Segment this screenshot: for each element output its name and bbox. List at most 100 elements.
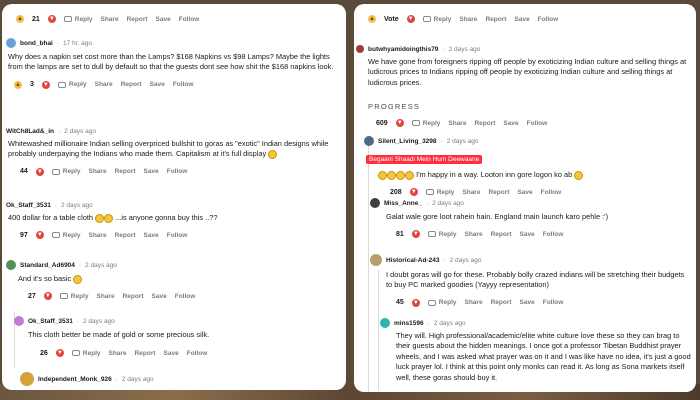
username[interactable]: bond_bhai bbox=[20, 40, 53, 47]
avatar[interactable] bbox=[6, 260, 16, 270]
share-button[interactable]: Share bbox=[109, 350, 127, 357]
downvote-icon[interactable]: ▼ bbox=[411, 230, 420, 239]
username[interactable]: Standard_Ad6904 bbox=[20, 262, 75, 269]
share-button[interactable]: Share bbox=[465, 299, 483, 306]
share-button[interactable]: Share bbox=[101, 16, 119, 23]
follow-button[interactable]: Follow bbox=[543, 299, 564, 306]
avatar[interactable] bbox=[370, 254, 382, 266]
save-button[interactable]: Save bbox=[520, 231, 535, 238]
follow-button[interactable]: Follow bbox=[541, 189, 562, 196]
follow-button[interactable]: Follow bbox=[187, 350, 208, 357]
timestamp: 2 days ago bbox=[82, 317, 115, 325]
username[interactable]: mins1596 bbox=[394, 320, 424, 327]
avatar[interactable] bbox=[364, 136, 374, 146]
share-button[interactable]: Share bbox=[89, 168, 107, 175]
follow-button[interactable]: Follow bbox=[167, 168, 188, 175]
downvote-icon[interactable]: ▼ bbox=[47, 15, 56, 23]
reply-button[interactable]: Reply bbox=[422, 16, 451, 23]
report-button[interactable]: Report bbox=[491, 299, 512, 306]
timestamp: 2 days ago bbox=[448, 45, 481, 53]
username[interactable]: Historical-Ad-243 bbox=[386, 257, 439, 264]
follow-button[interactable]: Follow bbox=[538, 16, 559, 23]
reply-button[interactable]: Reply bbox=[71, 350, 101, 357]
emoji-icon bbox=[378, 170, 387, 180]
report-button[interactable]: Report bbox=[127, 16, 148, 23]
username[interactable]: butwhyamidoingthis79 bbox=[368, 46, 438, 53]
username[interactable]: Ok_Staff_3531 bbox=[28, 318, 73, 325]
downvote-icon[interactable]: ▼ bbox=[43, 292, 52, 301]
save-button[interactable]: Save bbox=[152, 293, 167, 300]
follow-button[interactable]: Follow bbox=[167, 232, 188, 239]
report-button[interactable]: Report bbox=[488, 189, 509, 196]
save-button[interactable]: Save bbox=[144, 168, 159, 175]
downvote-icon[interactable]: ▼ bbox=[35, 231, 44, 240]
avatar[interactable] bbox=[20, 372, 34, 386]
downvote-icon[interactable]: ▼ bbox=[35, 167, 44, 176]
reply-button[interactable]: Reply bbox=[427, 299, 457, 306]
follow-button[interactable]: Follow bbox=[543, 231, 564, 238]
follow-button[interactable]: Follow bbox=[527, 120, 548, 127]
save-button[interactable]: Save bbox=[514, 16, 529, 23]
reply-button[interactable]: Reply bbox=[59, 293, 89, 300]
comment-header: Historical-Ad-243 · 2 days ago bbox=[370, 254, 692, 266]
username[interactable]: Silent_Living_3298 bbox=[378, 138, 437, 145]
save-button[interactable]: Save bbox=[164, 350, 179, 357]
vote-count: 208 bbox=[390, 188, 402, 196]
report-button[interactable]: Report bbox=[115, 168, 136, 175]
share-button[interactable]: Share bbox=[459, 16, 477, 23]
report-button[interactable]: Report bbox=[485, 16, 506, 23]
username[interactable]: Independent_Monk_926 bbox=[38, 376, 112, 383]
thread-line[interactable] bbox=[378, 270, 379, 390]
avatar[interactable] bbox=[14, 316, 24, 326]
share-button[interactable]: Share bbox=[465, 231, 483, 238]
share-button[interactable]: Share bbox=[97, 293, 115, 300]
downvote-icon[interactable]: ▼ bbox=[411, 298, 420, 307]
reply-button[interactable]: Reply bbox=[63, 16, 93, 23]
downvote-icon[interactable]: ▼ bbox=[41, 80, 50, 89]
comment-body: Why does a napkin set cost more than the… bbox=[8, 52, 334, 72]
avatar[interactable] bbox=[370, 198, 380, 208]
upvote-icon[interactable]: ▲ bbox=[14, 80, 22, 89]
follow-button[interactable]: Follow bbox=[173, 81, 194, 88]
share-button[interactable]: Share bbox=[462, 189, 480, 196]
save-button[interactable]: Save bbox=[520, 299, 535, 306]
save-button[interactable]: Save bbox=[156, 16, 171, 23]
report-button[interactable]: Report bbox=[491, 231, 512, 238]
upvote-icon[interactable]: ▲ bbox=[16, 15, 24, 23]
avatar[interactable] bbox=[356, 45, 364, 53]
reply-button[interactable]: Reply bbox=[425, 189, 454, 196]
avatar[interactable] bbox=[6, 38, 16, 48]
downvote-icon[interactable]: ▼ bbox=[55, 349, 64, 358]
share-button[interactable]: Share bbox=[448, 120, 466, 127]
save-button[interactable]: Save bbox=[144, 232, 159, 239]
reply-button[interactable]: Reply bbox=[57, 81, 87, 88]
share-button[interactable]: Share bbox=[89, 232, 107, 239]
emoji-icon bbox=[574, 170, 584, 180]
follow-button[interactable]: Follow bbox=[175, 293, 196, 300]
username[interactable]: Miss_Anne_ bbox=[384, 200, 422, 207]
username[interactable]: WitCh8Lad&_in bbox=[6, 128, 54, 135]
report-button[interactable]: Report bbox=[135, 350, 156, 357]
username[interactable]: Ok_Staff_3531 bbox=[6, 202, 51, 209]
save-button[interactable]: Save bbox=[503, 120, 518, 127]
save-button[interactable]: Save bbox=[517, 189, 532, 196]
comment-header: Silent_Living_3298 · 2 days ago bbox=[364, 136, 692, 146]
reply-button[interactable]: Reply bbox=[427, 231, 457, 238]
upvote-icon[interactable]: ▲ bbox=[368, 15, 376, 23]
user-flair-row: Begaani Shaadi Mein Hum Deewaane bbox=[364, 148, 692, 166]
report-button[interactable]: Report bbox=[121, 81, 142, 88]
comment: Miss_Anne_ · 2 days ago Galat wale gore … bbox=[370, 198, 692, 240]
share-button[interactable]: Share bbox=[95, 81, 113, 88]
save-button[interactable]: Save bbox=[150, 81, 165, 88]
report-button[interactable]: Report bbox=[474, 120, 495, 127]
report-button[interactable]: Report bbox=[115, 232, 136, 239]
follow-button[interactable]: Follow bbox=[179, 16, 200, 23]
avatar[interactable] bbox=[380, 318, 390, 328]
downvote-icon[interactable]: ▼ bbox=[395, 119, 404, 127]
reply-button[interactable]: Reply bbox=[51, 168, 81, 175]
reply-button[interactable]: Reply bbox=[51, 232, 81, 239]
downvote-icon[interactable]: ▼ bbox=[406, 15, 415, 23]
report-button[interactable]: Report bbox=[123, 293, 144, 300]
reply-button[interactable]: Reply bbox=[411, 120, 440, 127]
downvote-icon[interactable]: ▼ bbox=[409, 188, 418, 197]
